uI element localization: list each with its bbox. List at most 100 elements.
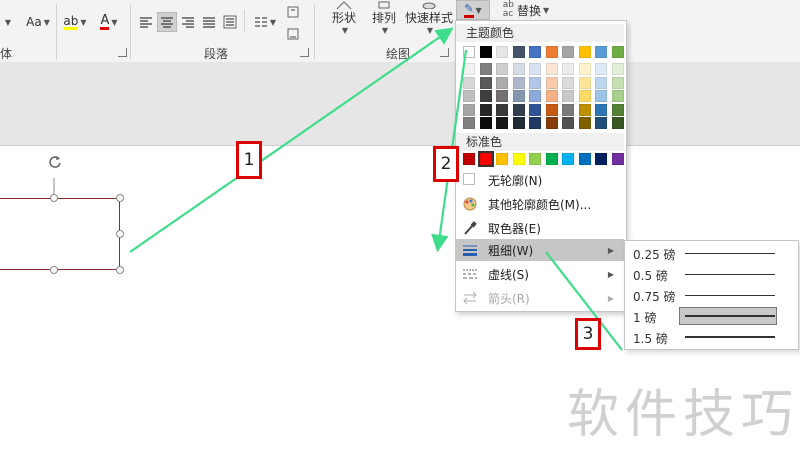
resize-handle-top[interactable] — [50, 194, 58, 202]
highlight-color-button[interactable]: ab ▼ — [60, 12, 90, 32]
theme-shade-swatch[interactable] — [463, 117, 475, 129]
weight-option-1-5[interactable]: 1.5 磅 — [625, 327, 796, 348]
font-dropdown-fragment[interactable]: ▼ — [0, 12, 14, 32]
theme-shade-swatch[interactable] — [545, 117, 558, 129]
rotate-handle-icon[interactable] — [48, 155, 62, 169]
theme-color-swatch[interactable] — [595, 46, 607, 58]
theme-shade-swatch[interactable] — [463, 90, 475, 102]
theme-color-swatch[interactable] — [529, 46, 541, 58]
theme-shade-swatch[interactable] — [512, 63, 525, 75]
theme-shade-swatch[interactable] — [595, 63, 607, 75]
standard-color-swatch[interactable] — [512, 153, 525, 165]
theme-shade-swatch[interactable] — [562, 117, 574, 129]
theme-shade-swatch[interactable] — [578, 103, 591, 116]
theme-shade-swatch[interactable] — [479, 90, 492, 102]
font-color-button[interactable]: A ▼ — [94, 12, 124, 32]
theme-shade-swatch[interactable] — [595, 103, 607, 116]
distributed-align-button[interactable] — [220, 12, 240, 32]
align-center-button[interactable] — [157, 12, 177, 32]
theme-shade-swatch[interactable] — [529, 103, 541, 116]
columns-button[interactable]: ▼ — [250, 12, 280, 32]
paragraph-dialog-launcher-icon[interactable] — [300, 48, 309, 57]
weight-option-1[interactable]: 1 磅 — [625, 306, 796, 327]
resize-handle-right[interactable] — [116, 230, 124, 238]
theme-shade-swatch[interactable] — [578, 63, 591, 75]
weight-option-0-5[interactable]: 0.5 磅 — [625, 264, 796, 285]
standard-color-swatch[interactable] — [463, 153, 475, 165]
standard-color-swatch[interactable] — [611, 153, 624, 165]
theme-shade-swatch[interactable] — [496, 117, 508, 129]
theme-shade-swatch[interactable] — [463, 63, 475, 75]
theme-shade-swatch[interactable] — [578, 90, 591, 102]
theme-shade-swatch[interactable] — [545, 76, 558, 89]
align-left-button[interactable] — [136, 12, 156, 32]
theme-color-swatch[interactable] — [545, 46, 558, 58]
eyedropper-item[interactable]: 取色器(E) — [456, 217, 624, 239]
theme-color-swatch[interactable] — [578, 46, 591, 58]
quick-styles-button[interactable]: 快速样式 ▼ — [404, 0, 454, 36]
theme-shade-swatch[interactable] — [595, 117, 607, 129]
dashes-item[interactable]: 虚线(S) ▶ — [456, 263, 624, 285]
standard-color-swatch[interactable] — [562, 153, 574, 165]
weight-option-0-25[interactable]: 0.25 磅 — [625, 243, 796, 264]
theme-shade-swatch[interactable] — [496, 103, 508, 116]
theme-shade-swatch[interactable] — [562, 103, 574, 116]
theme-shade-swatch[interactable] — [529, 76, 541, 89]
arrows-item[interactable]: 箭头(R) ▶ — [456, 287, 624, 309]
standard-color-swatch[interactable] — [529, 153, 541, 165]
theme-color-swatch[interactable] — [562, 46, 574, 58]
theme-shade-swatch[interactable] — [496, 63, 508, 75]
align-right-button[interactable] — [178, 12, 198, 32]
font-dialog-launcher-icon[interactable] — [118, 48, 127, 57]
resize-handle-top-right[interactable] — [116, 194, 124, 202]
theme-shade-swatch[interactable] — [496, 76, 508, 89]
theme-shade-swatch[interactable] — [562, 63, 574, 75]
theme-shade-swatch[interactable] — [512, 103, 525, 116]
shapes-button[interactable]: 形状 ▼ — [326, 0, 362, 36]
standard-color-swatch[interactable] — [578, 153, 591, 165]
standard-color-swatch[interactable] — [595, 153, 607, 165]
theme-shade-swatch[interactable] — [595, 76, 607, 89]
theme-shade-swatch[interactable] — [611, 103, 624, 116]
shape-outline-button[interactable]: ✎ ▼ — [456, 0, 490, 20]
theme-shade-swatch[interactable] — [479, 63, 492, 75]
justify-button[interactable] — [199, 12, 219, 32]
no-outline-item[interactable]: 无轮廓(N) — [456, 169, 624, 191]
theme-shade-swatch[interactable] — [479, 117, 492, 129]
theme-shade-swatch[interactable] — [529, 117, 541, 129]
standard-color-swatch[interactable] — [496, 153, 508, 165]
theme-shade-swatch[interactable] — [578, 76, 591, 89]
theme-shade-swatch[interactable] — [611, 63, 624, 75]
theme-shade-swatch[interactable] — [529, 90, 541, 102]
theme-shade-swatch[interactable] — [463, 103, 475, 116]
standard-color-swatch[interactable] — [545, 153, 558, 165]
standard-color-swatch[interactable] — [477, 151, 494, 167]
theme-shade-swatch[interactable] — [479, 103, 492, 116]
theme-shade-swatch[interactable] — [545, 63, 558, 75]
theme-color-swatch[interactable] — [611, 46, 624, 58]
replace-button[interactable]: ab ac 替换 ▼ — [498, 0, 554, 20]
theme-shade-swatch[interactable] — [595, 90, 607, 102]
resize-handle-bottom[interactable] — [50, 266, 58, 274]
theme-color-swatch[interactable] — [512, 46, 525, 58]
theme-shade-swatch[interactable] — [562, 76, 574, 89]
theme-color-swatch[interactable] — [479, 46, 492, 58]
theme-color-swatch[interactable] — [496, 46, 508, 58]
theme-shade-swatch[interactable] — [479, 76, 492, 89]
theme-shade-swatch[interactable] — [512, 90, 525, 102]
theme-shade-swatch[interactable] — [545, 90, 558, 102]
text-direction-button[interactable] — [282, 2, 306, 22]
theme-shade-swatch[interactable] — [562, 90, 574, 102]
weight-option-0-75[interactable]: 0.75 磅 — [625, 285, 796, 306]
font-size-change-button[interactable]: Aa ▼ — [20, 12, 56, 32]
theme-shade-swatch[interactable] — [512, 117, 525, 129]
theme-color-swatch[interactable] — [463, 46, 475, 58]
theme-shade-swatch[interactable] — [611, 117, 624, 129]
resize-handle-bottom-right[interactable] — [116, 266, 124, 274]
theme-shade-swatch[interactable] — [463, 76, 475, 89]
theme-shade-swatch[interactable] — [545, 103, 558, 116]
theme-shade-swatch[interactable] — [496, 90, 508, 102]
line-weight-item[interactable]: 粗细(W) ▶ — [456, 239, 624, 261]
selected-rectangle-shape[interactable] — [0, 198, 120, 270]
arrange-button[interactable]: 排列 ▼ — [366, 0, 402, 36]
